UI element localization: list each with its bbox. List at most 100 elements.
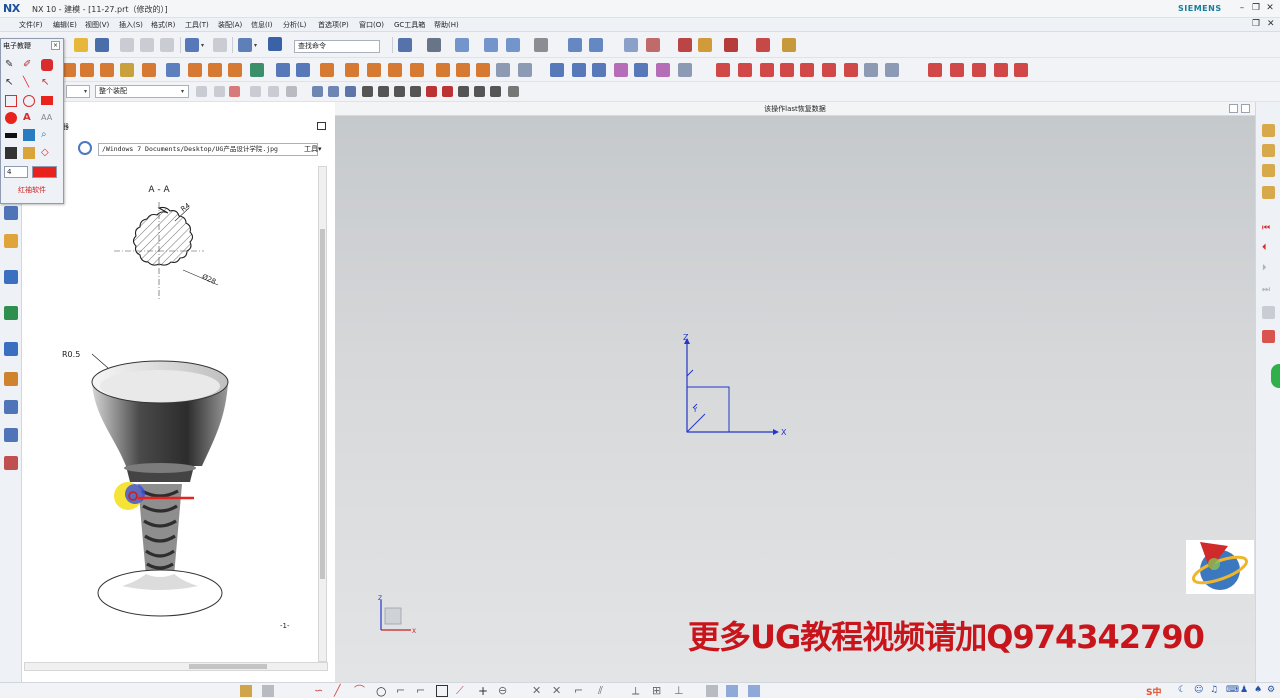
comb-icon[interactable] [994, 63, 1008, 77]
menu-info[interactable]: 信息(I) [251, 20, 273, 30]
end-point-icon[interactable] [328, 86, 339, 97]
point-icon[interactable]: + [478, 685, 490, 697]
tray-moon-icon[interactable]: ☾ [1178, 685, 1186, 695]
offset-face-icon[interactable] [410, 63, 424, 77]
menu-close-icon[interactable]: ✕ [1267, 19, 1275, 29]
line-width-icon[interactable] [5, 133, 17, 138]
search-command-input[interactable]: 查找命令 [294, 40, 380, 53]
brush-icon[interactable] [41, 59, 53, 71]
browser-tools-menu[interactable]: 工具▾ [304, 144, 322, 154]
deviation-icon[interactable] [1014, 63, 1028, 77]
select-all-icon[interactable] [229, 86, 240, 97]
background-icon[interactable] [534, 38, 548, 52]
pocket-icon[interactable] [142, 63, 156, 77]
maximize-panel-icon[interactable] [317, 122, 326, 130]
view-right-icon[interactable] [1262, 164, 1275, 177]
tray-settings-icon[interactable]: ⚙ [1267, 685, 1275, 695]
intersect-curve-icon[interactable] [822, 63, 836, 77]
menu-help[interactable]: 帮助(H) [434, 20, 459, 30]
spline-icon[interactable] [760, 63, 774, 77]
menu-insert[interactable]: 插入(S) [119, 20, 143, 30]
filter-link-icon[interactable] [214, 86, 225, 97]
open-icon[interactable] [74, 38, 88, 52]
menu-gc-toolbox[interactable]: GC工具箱 [394, 20, 425, 30]
curve-rule-icon[interactable] [268, 86, 279, 97]
orient-view-icon[interactable] [484, 38, 498, 52]
color-select[interactable] [32, 166, 57, 178]
manufacturing-wizard-icon[interactable] [4, 428, 18, 442]
type-filter-dropdown-icon[interactable]: ▾ [84, 88, 87, 95]
ellipse-outline-icon[interactable] [23, 95, 35, 107]
clear-icon[interactable]: ◇ [41, 147, 53, 159]
measure-distance-icon[interactable] [756, 38, 770, 52]
touch-mode-icon[interactable] [268, 37, 282, 51]
pen-icon[interactable]: ✐ [23, 59, 35, 71]
view-iso-icon[interactable] [1262, 186, 1275, 199]
arc-center-icon[interactable] [394, 86, 405, 97]
roles-icon[interactable] [4, 456, 18, 470]
measure-icon[interactable] [678, 38, 692, 52]
fit-view-icon[interactable] [398, 38, 412, 52]
save-drawing-icon[interactable] [5, 147, 17, 159]
quadrant-icon[interactable] [410, 86, 421, 97]
thicken-icon[interactable] [476, 63, 490, 77]
point-on-curve-icon[interactable] [442, 86, 453, 97]
screen-icon[interactable] [23, 129, 35, 141]
edge-blend-icon[interactable] [320, 63, 334, 77]
layer-icon[interactable] [624, 38, 638, 52]
selection-scope-select[interactable]: 整个装配 [95, 85, 189, 98]
status-bubble-icon[interactable] [1271, 364, 1280, 388]
text-tool-icon[interactable]: A [23, 112, 35, 124]
reuse-library-icon[interactable] [4, 270, 18, 284]
relations-icon[interactable] [726, 685, 738, 697]
tray-keyboard-icon[interactable]: ⌨ [1226, 685, 1239, 695]
rectangle-icon[interactable] [436, 685, 448, 697]
eraser-icon[interactable]: ✎ [5, 59, 17, 71]
menu-format[interactable]: 格式(R) [151, 20, 175, 30]
menu-file[interactable]: 文件(F) [19, 20, 43, 30]
undo-icon[interactable] [185, 38, 199, 52]
process-studio-icon[interactable] [4, 400, 18, 414]
history-icon[interactable] [4, 342, 18, 356]
font-size-icon[interactable]: AA [41, 112, 53, 124]
fast-forward-icon[interactable]: ⏭ [1262, 284, 1275, 297]
section-curve-icon[interactable] [972, 63, 986, 77]
hole-icon[interactable] [100, 63, 114, 77]
assembly-navigator-icon[interactable] [4, 206, 18, 220]
rotate-view-icon[interactable] [427, 38, 441, 52]
viewport-maximize-icon[interactable] [1241, 104, 1250, 113]
tray-shirt-icon[interactable]: ♠ [1254, 685, 1262, 695]
curve-offset-icon[interactable] [780, 63, 794, 77]
line-tool-icon[interactable]: ╲ [23, 77, 35, 89]
ime-indicator[interactable]: S中 [1146, 685, 1161, 698]
browser-vertical-scrollbar[interactable] [318, 166, 327, 662]
isoparametric-icon[interactable] [844, 63, 858, 77]
line-icon[interactable] [716, 63, 730, 77]
open-folder-icon[interactable] [23, 147, 35, 159]
arrow-tool-icon[interactable]: ↖ [41, 77, 53, 89]
pattern-icon[interactable] [166, 63, 180, 77]
finder-dropdown-icon[interactable]: ▾ [254, 42, 257, 49]
loft-icon[interactable] [518, 63, 532, 77]
graphics-viewport[interactable]: 该操作last恢复数据 Z X Y Z X [335, 102, 1255, 682]
magnify-icon[interactable]: ⌕ [41, 129, 53, 141]
copy-icon[interactable] [140, 38, 154, 52]
cut-icon[interactable] [120, 38, 134, 52]
extrude-icon[interactable] [62, 63, 76, 77]
move-icon[interactable] [724, 38, 738, 52]
analysis-icon[interactable] [928, 63, 942, 77]
finish-sketch-icon[interactable] [262, 685, 274, 697]
unite-icon[interactable] [188, 63, 202, 77]
menu-tools[interactable]: 工具(T) [185, 20, 209, 30]
n-sided-icon[interactable] [614, 63, 628, 77]
menu-analysis[interactable]: 分析(L) [283, 20, 306, 30]
rewind-icon[interactable]: ⏮ [1262, 222, 1275, 235]
point-on-face-icon[interactable] [458, 86, 469, 97]
sew-icon[interactable] [436, 63, 450, 77]
polygon-icon[interactable]: ⟋ [456, 685, 468, 697]
step-forward-icon[interactable]: ⏵ [1262, 262, 1275, 275]
chamfer-sketch-icon[interactable]: ⌐ [416, 685, 428, 697]
boss-icon[interactable] [120, 63, 134, 77]
auto-constrain-icon[interactable]: ⊥ [674, 685, 686, 697]
subtract-icon[interactable] [208, 63, 222, 77]
